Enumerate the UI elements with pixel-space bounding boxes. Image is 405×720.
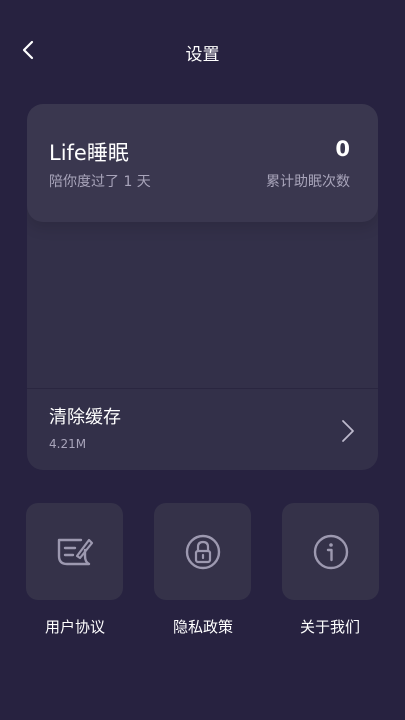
app-name: Life睡眠 [49,141,129,165]
lock-icon [185,534,220,569]
settings-card: Life睡眠 陪你度过了 1 天 0 累计助眠次数 清除缓存 4.21M [27,104,378,470]
info-icon [313,534,348,569]
header: 设置 [0,0,405,100]
about-us-label: 关于我们 [299,618,360,636]
privacy-policy-label: 隐私政策 [172,618,233,636]
chevron-right-icon [342,420,354,442]
sleep-aid-count-label: 累计助眠次数 [266,174,350,190]
user-agreement-button[interactable] [26,503,123,600]
user-agreement-label: 用户协议 [44,618,105,636]
clear-cache-label: 清除缓存 [49,407,121,428]
stats-panel: Life睡眠 陪你度过了 1 天 0 累计助眠次数 [27,104,378,222]
clear-cache-row[interactable]: 清除缓存 4.21M [27,389,378,470]
cache-size: 4.21M [49,437,87,451]
about-us-button[interactable] [282,503,379,600]
days-accompanied: 陪你度过了 1 天 [49,174,151,190]
document-edit-icon [57,538,93,565]
sleep-aid-count: 0 [335,137,350,161]
page-title: 设置 [185,45,220,65]
privacy-policy-button[interactable] [154,503,251,600]
